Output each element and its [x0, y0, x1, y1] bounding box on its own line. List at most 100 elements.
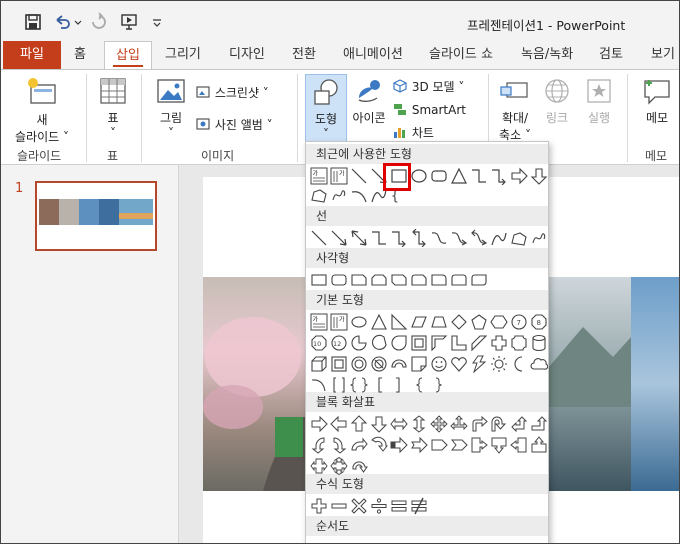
basic-teardrop[interactable]	[390, 334, 408, 352]
new-slide-button[interactable]: 새 슬라이드 ˅	[7, 76, 77, 145]
basic-can[interactable]	[530, 334, 548, 352]
arrow-up-down[interactable]	[410, 415, 428, 433]
rect-snip-single[interactable]	[350, 271, 368, 289]
basic-trapezoid[interactable]	[430, 313, 448, 331]
arrow-chevron[interactable]	[450, 436, 468, 454]
arrow-up[interactable]	[350, 415, 368, 433]
basic-lightning-bolt[interactable]	[470, 355, 488, 373]
shape-line[interactable]	[350, 167, 368, 185]
basic-dodecagon[interactable]: 12	[330, 334, 348, 352]
line-curve[interactable]	[490, 229, 508, 247]
equation-divide[interactable]	[370, 497, 388, 515]
arrow-notched-right[interactable]	[410, 436, 428, 454]
shape-down-arrow[interactable]	[530, 167, 548, 185]
rect-round-same-side[interactable]	[450, 271, 468, 289]
basic-octagon[interactable]: 8	[530, 313, 548, 331]
basic-parallelogram[interactable]	[410, 313, 428, 331]
arrow-left-right[interactable]	[390, 415, 408, 433]
basic-moon[interactable]	[510, 355, 528, 373]
basic-bevel[interactable]	[330, 355, 348, 373]
icons-button[interactable]: 아이콘	[347, 76, 391, 126]
basic-right-triangle[interactable]	[390, 313, 408, 331]
table-button[interactable]: 표 ˅	[95, 76, 131, 140]
basic-half-frame[interactable]	[430, 334, 448, 352]
line-freeform[interactable]	[510, 229, 528, 247]
pictures-button[interactable]: 그림 ˅	[151, 76, 191, 140]
tab-animations[interactable]: 애니메이션	[343, 41, 403, 69]
line-curved[interactable]	[430, 229, 448, 247]
arrow-curved-up[interactable]	[350, 436, 368, 454]
rect-rounded[interactable]	[330, 271, 348, 289]
arrow-curved-right[interactable]	[310, 436, 328, 454]
rect-round-diagonal[interactable]	[470, 271, 488, 289]
shape-elbow-connector[interactable]	[470, 167, 488, 185]
arrow-callout-quad[interactable]	[330, 457, 348, 475]
arrow-left-right-up[interactable]	[450, 415, 468, 433]
basic-plaque[interactable]	[510, 334, 528, 352]
arrow-callout-up[interactable]	[530, 436, 548, 454]
action-button[interactable]: 실행	[581, 76, 617, 126]
tab-draw[interactable]: 그리기	[165, 41, 201, 69]
equation-minus[interactable]	[330, 497, 348, 515]
basic-pie[interactable]	[350, 334, 368, 352]
basic-sun[interactable]	[490, 355, 508, 373]
arrow-callout-down[interactable]	[490, 436, 508, 454]
tab-review[interactable]: 검토	[599, 41, 623, 69]
line-elbow-double-arrow[interactable]	[410, 229, 428, 247]
tab-insert[interactable]: 삽입	[104, 41, 152, 70]
arrow-bent[interactable]	[470, 415, 488, 433]
smartart-button[interactable]: SmartArt	[392, 101, 466, 117]
basic-frame[interactable]	[410, 334, 428, 352]
basic-left-brace[interactable]	[410, 376, 428, 394]
arrow-right[interactable]	[310, 415, 328, 433]
basic-right-bracket[interactable]	[390, 376, 408, 394]
shapes-button[interactable]: 도형 ˅	[305, 74, 347, 144]
basic-block-arc[interactable]	[390, 355, 408, 373]
basic-diagonal-stripe[interactable]	[470, 334, 488, 352]
tab-home[interactable]: 홈	[74, 41, 86, 69]
rect-rectangle[interactable]	[310, 271, 328, 289]
equation-equal[interactable]	[390, 497, 408, 515]
basic-heptagon[interactable]: 7	[510, 313, 528, 331]
basic-textbox[interactable]: 가	[310, 313, 328, 331]
line-curved-arrow[interactable]	[450, 229, 468, 247]
tab-design[interactable]: 디자인	[229, 41, 265, 69]
arrow-curved-left[interactable]	[330, 436, 348, 454]
screenshot-button[interactable]: 스크린샷 ˅	[195, 84, 269, 101]
rect-snip-diagonal[interactable]	[390, 271, 408, 289]
tab-file[interactable]: 파일	[3, 41, 61, 69]
rect-round-single[interactable]	[430, 271, 448, 289]
shape-vertical-textbox[interactable]: 가	[330, 167, 348, 185]
arrow-quad[interactable]	[430, 415, 448, 433]
arrow-down[interactable]	[370, 415, 388, 433]
basic-diamond[interactable]	[450, 313, 468, 331]
shape-elbow-arrow-connector[interactable]	[490, 167, 508, 185]
equation-multiply[interactable]	[350, 497, 368, 515]
slide-thumbnail[interactable]	[35, 181, 157, 251]
basic-cube[interactable]	[310, 355, 328, 373]
arrow-curved-down[interactable]	[370, 436, 388, 454]
basic-left-bracket[interactable]	[370, 376, 388, 394]
tab-view[interactable]: 보기	[651, 41, 675, 69]
basic-arc[interactable]	[310, 376, 328, 394]
redo-icon[interactable]	[89, 12, 109, 32]
basic-double-brace[interactable]	[350, 376, 368, 394]
basic-right-brace[interactable]	[430, 376, 448, 394]
tab-record[interactable]: 녹음/녹화	[521, 41, 573, 69]
basic-decagon[interactable]: 10	[310, 334, 328, 352]
basic-folded-corner[interactable]	[410, 355, 428, 373]
arrow-left-up[interactable]	[510, 415, 528, 433]
line-elbow[interactable]	[370, 229, 388, 247]
arrow-bent-up[interactable]	[530, 415, 548, 433]
basic-oval[interactable]	[350, 313, 368, 331]
line-arrow[interactable]	[330, 229, 348, 247]
start-slideshow-icon[interactable]	[119, 12, 139, 32]
rect-snip-round[interactable]	[410, 271, 428, 289]
shape-oval[interactable]	[410, 167, 428, 185]
3d-models-button[interactable]: 3D 모델 ˅	[392, 78, 464, 95]
link-button[interactable]: 링크	[539, 76, 575, 126]
shape-triangle[interactable]	[450, 167, 468, 185]
basic-smiley-face[interactable]	[430, 355, 448, 373]
basic-donut[interactable]	[350, 355, 368, 373]
photo-album-button[interactable]: 사진 앨범 ˅	[195, 116, 273, 133]
